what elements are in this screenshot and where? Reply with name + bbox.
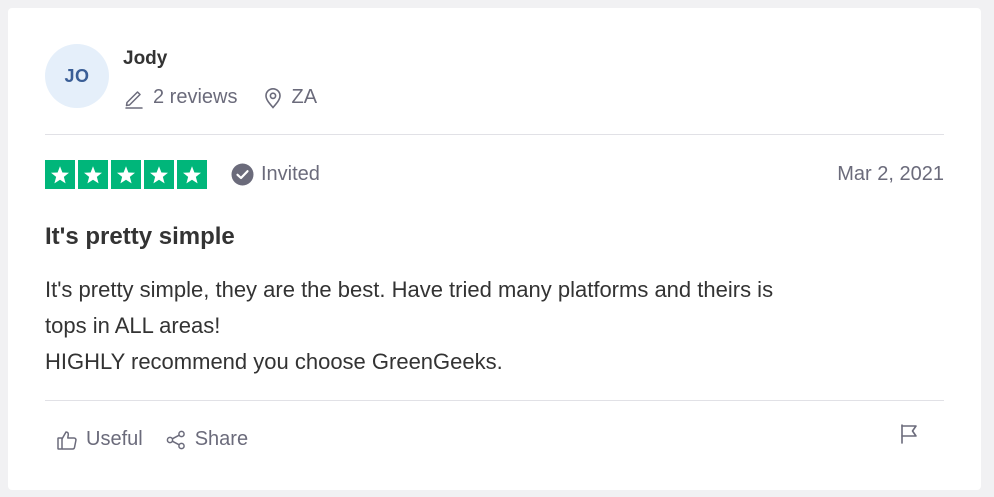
share-button[interactable]: Share	[165, 428, 248, 451]
location-pin-icon	[265, 87, 282, 109]
share-icon	[166, 430, 185, 449]
star-icon	[144, 160, 174, 189]
avatar[interactable]: JO	[45, 44, 109, 108]
reviewer-meta: 2 reviews ZA	[123, 86, 317, 109]
review-date: Mar 2, 2021	[837, 163, 944, 185]
star-icon	[177, 160, 207, 189]
pencil-icon	[125, 90, 143, 109]
check-circle-icon	[231, 163, 254, 186]
flag-icon	[901, 424, 917, 444]
reviewer-name[interactable]: Jody	[123, 48, 167, 70]
reviewer-location: ZA	[263, 86, 317, 109]
thumbs-up-icon	[57, 430, 77, 450]
report-button[interactable]	[899, 423, 919, 450]
reviews-count: 2 reviews	[123, 86, 237, 109]
rating-row: Invited Mar 2, 2021	[45, 160, 944, 190]
reviewer-header: JO Jody 2 reviews ZA	[45, 44, 944, 134]
star-icon	[45, 160, 75, 189]
invited-badge[interactable]: Invited	[231, 163, 320, 186]
review-body-line: It's pretty simple, they are the best. H…	[45, 277, 774, 302]
country-label: ZA	[291, 86, 318, 108]
footer-divider	[45, 400, 944, 401]
invited-label: Invited	[261, 163, 320, 185]
star-icon	[78, 160, 108, 189]
header-divider	[45, 134, 944, 135]
review-card: JO Jody 2 reviews ZA Invited Mar 2, 2021…	[8, 8, 981, 490]
star-icon	[111, 160, 141, 189]
review-actions: Useful Share	[56, 428, 248, 451]
review-title[interactable]: It's pretty simple	[45, 223, 235, 251]
review-body-line: HIGHLY recommend you choose GreenGeeks.	[45, 349, 503, 374]
useful-label: Useful	[86, 428, 143, 450]
share-label: Share	[194, 428, 249, 450]
useful-button[interactable]: Useful	[56, 428, 143, 451]
star-rating	[45, 160, 207, 189]
review-body-line: tops in ALL areas!	[45, 313, 221, 338]
reviews-count-label: 2 reviews	[153, 86, 238, 108]
review-body: It's pretty simple, they are the best. H…	[45, 272, 945, 380]
